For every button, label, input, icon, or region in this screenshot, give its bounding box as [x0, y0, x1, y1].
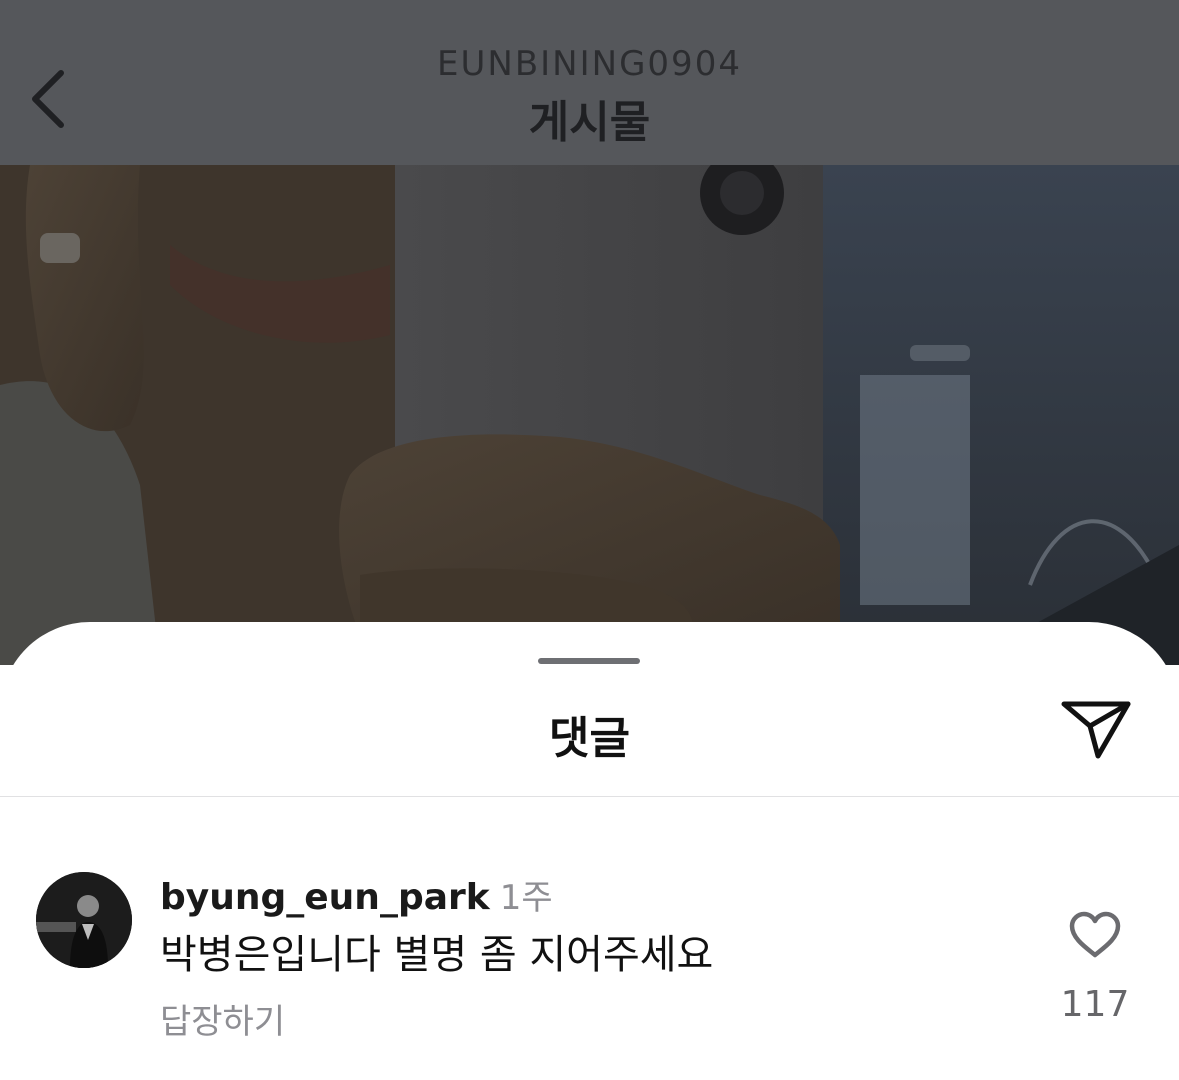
reply-button[interactable]: 답장하기: [160, 994, 285, 1043]
comment-timestamp: 1주: [499, 878, 553, 918]
comments-title: 댓글: [549, 713, 630, 764]
avatar[interactable]: [36, 872, 132, 968]
comment-text: 박병은입니다 별명 좀 지어주세요: [160, 932, 714, 978]
sheet-drag-handle[interactable]: [538, 658, 640, 664]
post-photo[interactable]: [0, 165, 1179, 665]
page-title: 게시물: [528, 97, 651, 148]
post-photo-image: [0, 165, 1179, 665]
heart-outline-icon: [1069, 911, 1121, 958]
header-username: EUNBINING0904: [437, 44, 742, 84]
comment-author[interactable]: byung_eun_park 1주: [160, 870, 553, 919]
sheet-divider: [0, 796, 1179, 797]
like-count: 117: [1060, 984, 1130, 1025]
avatar-photo: [36, 872, 132, 968]
like-button[interactable]: [1068, 910, 1122, 960]
comment-username[interactable]: byung_eun_park: [160, 877, 490, 918]
share-button[interactable]: [1060, 698, 1132, 762]
paper-plane-icon: [1061, 701, 1131, 759]
comments-sheet: 댓글 byung_eun_park 1주 박병은입니다 별명 좀 지어주세요 답장…: [0, 622, 1179, 1080]
post-header: EUNBINING0904 게시물: [0, 0, 1179, 165]
